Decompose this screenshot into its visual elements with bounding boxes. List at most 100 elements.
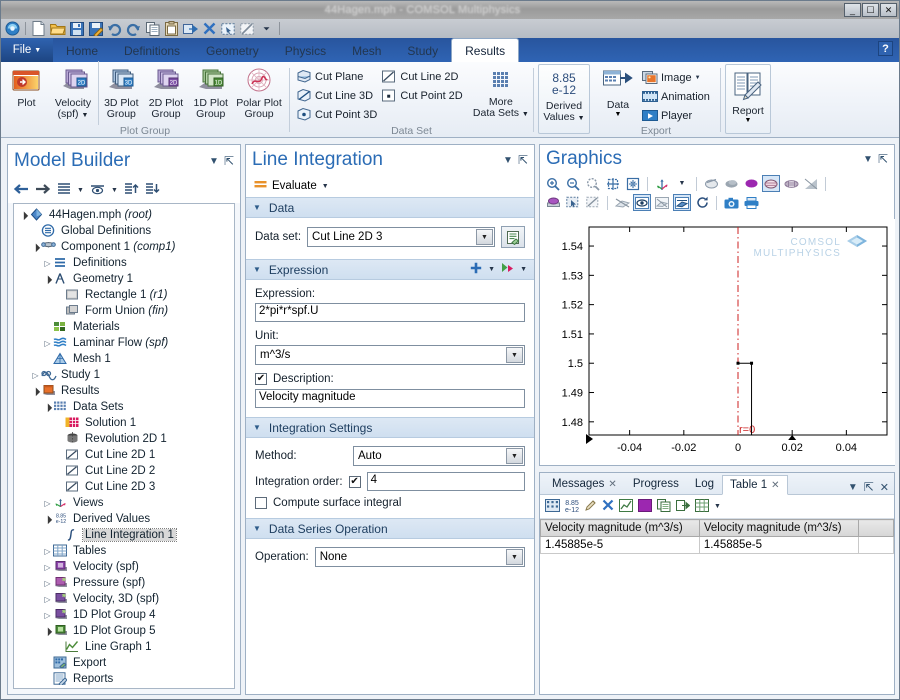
save-as-icon[interactable] [87, 21, 104, 37]
panel-menu-icon[interactable]: ▼ [863, 154, 873, 165]
tab-file[interactable]: File ▼ [1, 38, 53, 62]
chevron-down-icon[interactable]: ▼ [488, 266, 495, 273]
tree-item-views[interactable]: ▷ Views [16, 495, 234, 511]
unit-select[interactable]: m^3/s ▼ [255, 345, 525, 365]
description-checkbox[interactable]: ✔ [255, 373, 267, 385]
tab-home[interactable]: Home [53, 40, 111, 62]
operation-select[interactable]: None ▼ [314, 547, 525, 567]
section-header-expression[interactable]: ▼ Expression ▼ ▼ [246, 259, 534, 280]
collapse-all-icon[interactable] [124, 182, 139, 198]
cut-line-3d-button[interactable]: Cut Line 3D [294, 86, 379, 105]
report-button[interactable]: Report ▼ [725, 64, 771, 134]
close-panel-icon[interactable]: ✕ [880, 481, 889, 494]
tree-item-line-integration-1[interactable]: Line Integration 1 [16, 527, 234, 543]
description-input[interactable]: Velocity magnitude [255, 389, 525, 408]
comsol-logo-icon[interactable] [4, 21, 21, 37]
view-unhidden-icon[interactable] [633, 194, 651, 211]
polar-plot-group-button[interactable]: Polar Plot Group [233, 64, 285, 120]
paste-icon[interactable] [163, 21, 180, 37]
tree-item-cut-line-2d-3[interactable]: Cut Line 2D 3 [16, 479, 234, 495]
tab-physics[interactable]: Physics [272, 40, 339, 62]
pin-icon[interactable]: ⇱ [518, 153, 528, 167]
section-header-data[interactable]: ▼ Data [246, 197, 534, 218]
tree-item-revolution-2d-1[interactable]: Revolution 2D 1 [16, 431, 234, 447]
plus-icon[interactable] [470, 262, 482, 277]
cut-point-3d-button[interactable]: Cut Point 3D [294, 105, 379, 124]
chevron-down-icon[interactable]: ▼ [322, 183, 329, 190]
cut-point-2d-button[interactable]: Cut Point 2D [379, 86, 464, 105]
cut-plane-button[interactable]: Cut Plane [294, 67, 379, 86]
show-list-icon[interactable] [57, 182, 71, 198]
twisty-collapsed-icon[interactable]: ▷ [42, 259, 53, 268]
pin-icon[interactable]: ⇱ [224, 154, 234, 168]
twisty-collapsed-icon[interactable]: ▷ [42, 611, 53, 620]
tree-item-results[interactable]: ◢ Results [16, 383, 234, 399]
tree-item-definitions[interactable]: ▷ Definitions [16, 255, 234, 271]
tree-item-global-definitions[interactable]: Global Definitions [16, 223, 234, 239]
tab-table-1[interactable]: Table 1 ✕ [722, 475, 788, 495]
twisty-collapsed-icon[interactable]: ▷ [42, 339, 53, 348]
tree-item-export[interactable]: Export [16, 655, 234, 671]
delete-row-icon[interactable] [602, 499, 614, 514]
tree-item-mesh-1[interactable]: Mesh 1 [16, 351, 234, 367]
zoom-out-icon[interactable] [564, 175, 582, 192]
tree-item-geometry-1[interactable]: ◢ Geometry 1 [16, 271, 234, 287]
panel-menu-icon[interactable]: ▼ [848, 482, 858, 493]
delete-icon[interactable] [201, 21, 218, 37]
help-button[interactable]: ? [878, 41, 893, 56]
select-rectangle-icon[interactable] [564, 194, 582, 211]
tab-study[interactable]: Study [394, 40, 451, 62]
tab-log[interactable]: Log [687, 474, 722, 494]
evaluate-button[interactable]: Evaluate [272, 180, 317, 192]
export-image-button[interactable]: Image ▼ [640, 68, 712, 87]
tree-item-form-union[interactable]: Form Union (fin) [16, 303, 234, 319]
table-graph-icon[interactable] [619, 498, 634, 515]
zoom-in-icon[interactable] [544, 175, 562, 192]
select-box-icon[interactable] [544, 194, 562, 211]
twisty-collapsed-icon[interactable]: ▷ [42, 499, 53, 508]
tree-item-line-graph-1[interactable]: Line Graph 1 [16, 639, 234, 655]
transparency-icon[interactable] [702, 175, 720, 192]
tree-item-velocity-3d-spf[interactable]: ▷ Velocity, 3D (spf) [16, 591, 234, 607]
snapshot-icon[interactable] [722, 194, 740, 211]
table-cell-empty[interactable] [857, 536, 895, 554]
hide-selected-icon[interactable] [653, 194, 671, 211]
dataset-select[interactable]: Cut Line 2D 3 ▼ [307, 227, 495, 247]
duplicate-icon[interactable] [182, 21, 199, 37]
cut-line-2d-button[interactable]: Cut Line 2D [379, 67, 464, 86]
hide-icon[interactable] [802, 175, 820, 192]
twisty-collapsed-icon[interactable]: ▷ [42, 579, 53, 588]
tab-geometry[interactable]: Geometry [193, 40, 272, 62]
section-header-integration[interactable]: ▼ Integration Settings [246, 417, 534, 438]
plot-group-3d-button[interactable]: 3D 3D Plot Group [99, 64, 144, 120]
select-all-icon[interactable] [220, 21, 237, 37]
export-player-button[interactable]: Player [640, 106, 712, 125]
refresh-dataset-button[interactable] [501, 226, 525, 248]
zoom-extents-icon[interactable] [604, 175, 622, 192]
tab-mesh[interactable]: Mesh [339, 40, 394, 62]
derived-values-button[interactable]: 8.85 e-12 Derived Values ▼ [538, 64, 590, 134]
save-icon[interactable] [68, 21, 85, 37]
new-file-icon[interactable] [30, 21, 47, 37]
copy-icon[interactable] [144, 21, 161, 37]
velocity-spf-button[interactable]: 2D Velocity (spf) ▼ [48, 64, 98, 121]
table-cell[interactable]: 1.45885e-5 [540, 536, 700, 554]
color-swatch-icon[interactable] [638, 498, 653, 515]
tree-item-data-sets[interactable]: ◢ Data Sets [16, 399, 234, 415]
tab-progress[interactable]: Progress [625, 474, 687, 494]
plot-group-1d-button[interactable]: 1D 1D Plot Group [188, 64, 233, 120]
copy-table-icon[interactable] [657, 498, 671, 515]
derived-values-icon[interactable]: 8.85 e-12 [565, 500, 579, 514]
integration-order-input[interactable]: 4 [366, 472, 525, 491]
twisty-collapsed-icon[interactable]: ▷ [42, 547, 53, 556]
tree-item-rectangle-1[interactable]: Rectangle 1 (r1) [16, 287, 234, 303]
tree-item-1d-plot-group-4[interactable]: ▷ 1D Plot Group 4 [16, 607, 234, 623]
full-table-icon[interactable] [695, 498, 710, 515]
close-button[interactable]: ✕ [880, 3, 897, 17]
export-data-button[interactable]: Data ▼ [596, 66, 640, 118]
expression-input[interactable]: 2*pi*r*spf.U [255, 303, 525, 322]
integration-order-checkbox[interactable]: ✔ [348, 475, 361, 488]
close-icon[interactable]: ✕ [608, 479, 616, 490]
export-table-icon[interactable] [676, 499, 691, 515]
redo-icon[interactable] [125, 21, 142, 37]
